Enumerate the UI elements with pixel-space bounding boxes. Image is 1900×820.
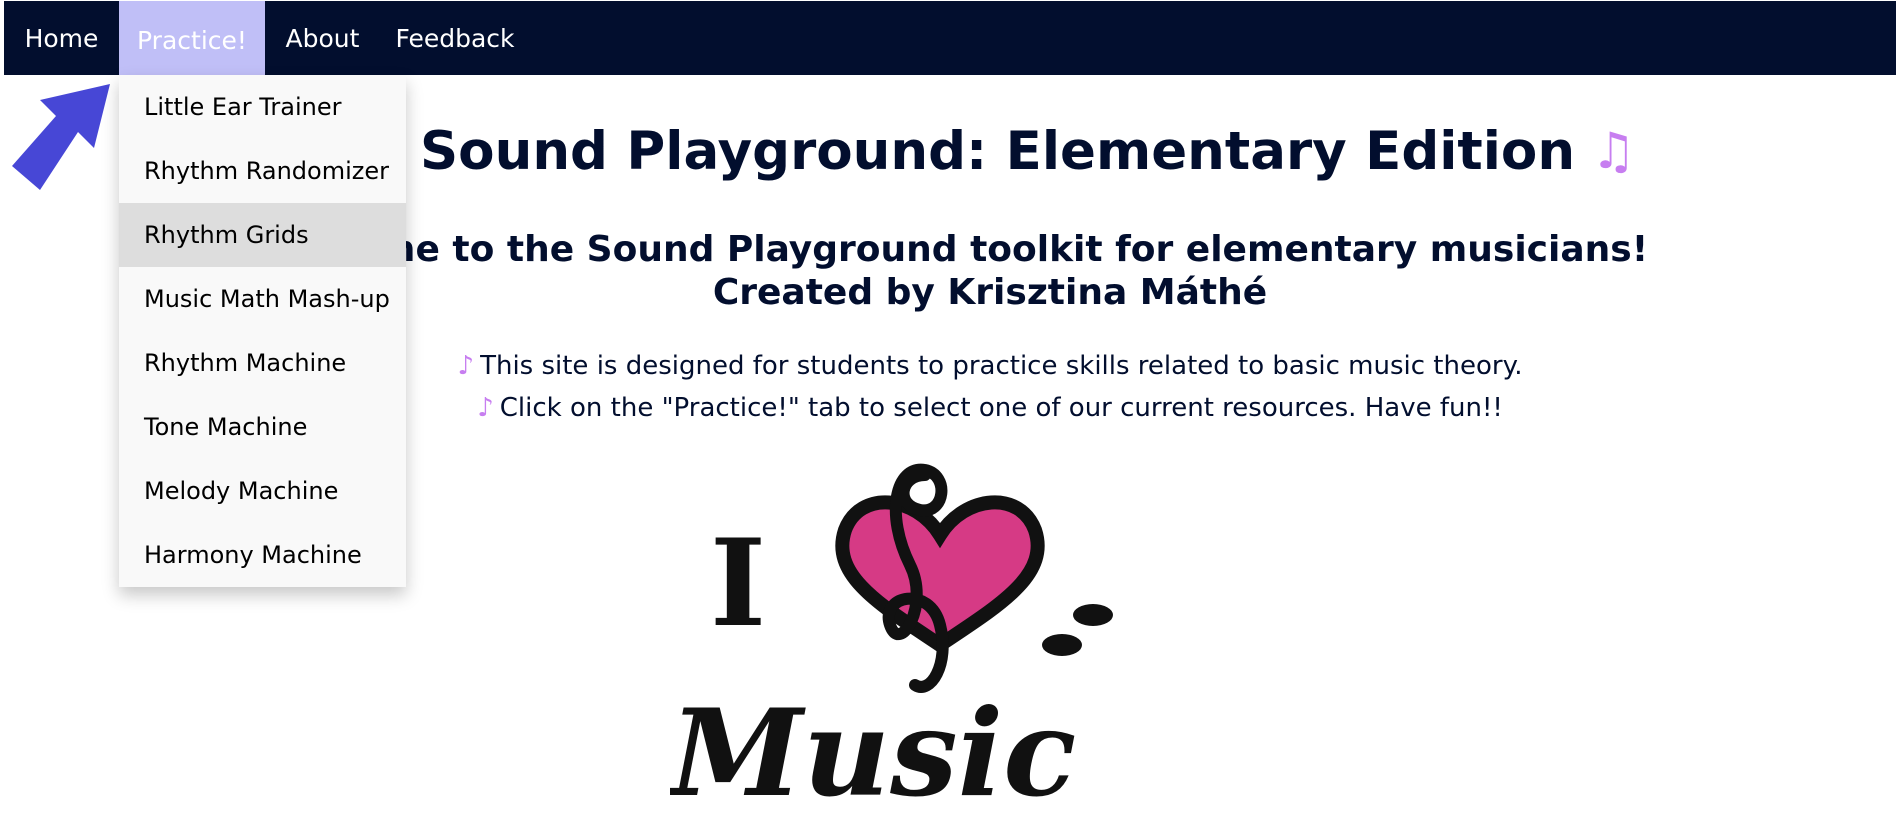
- page-title-text: Sound Playground: Elementary Edition: [420, 120, 1576, 182]
- logo-word: Music: [670, 683, 1076, 820]
- author-line: Created by Krisztina Máthé: [712, 272, 1268, 313]
- nav-feedback[interactable]: Feedback: [380, 1, 530, 75]
- menu-item-rhythm-machine[interactable]: Rhythm Machine: [119, 331, 406, 395]
- svg-text:I: I: [710, 513, 766, 654]
- page-title: Sound Playground: Elementary Edition ♫: [420, 118, 1636, 184]
- menu-item-rhythm-randomizer[interactable]: Rhythm Randomizer: [119, 139, 406, 203]
- practice-dropdown-menu: Little Ear Trainer Rhythm Randomizer Rhy…: [119, 75, 406, 587]
- nav-about[interactable]: About: [265, 1, 380, 75]
- eighth-note-icon: ♪: [477, 393, 494, 423]
- top-nav-bar: Home Practice! About Feedback: [4, 1, 1896, 75]
- menu-item-tone-machine[interactable]: Tone Machine: [119, 395, 406, 459]
- nav-practice[interactable]: Practice!: [119, 1, 265, 75]
- welcome-heading: come to the Sound Playground toolkit for…: [300, 228, 1680, 314]
- menu-item-rhythm-grids[interactable]: Rhythm Grids: [119, 203, 406, 267]
- i-love-music-logo: I Music: [670, 463, 1113, 820]
- menu-item-music-math-mashup[interactable]: Music Math Mash-up: [119, 267, 406, 331]
- music-note-icon: ♫: [1591, 122, 1636, 180]
- site-description: ♪ This site is designed for students to p…: [300, 345, 1680, 429]
- description-line-1: This site is designed for students to pr…: [480, 351, 1523, 381]
- menu-item-melody-machine[interactable]: Melody Machine: [119, 459, 406, 523]
- menu-item-little-ear-trainer[interactable]: Little Ear Trainer: [119, 75, 406, 139]
- nav-home[interactable]: Home: [4, 1, 119, 75]
- menu-item-harmony-machine[interactable]: Harmony Machine: [119, 523, 406, 587]
- eighth-note-icon: ♪: [457, 351, 475, 381]
- welcome-line: come to the Sound Playground toolkit for…: [331, 229, 1649, 270]
- description-line-2: Click on the "Practice!" tab to select o…: [499, 393, 1503, 423]
- pointer-arrow-icon: [12, 84, 110, 190]
